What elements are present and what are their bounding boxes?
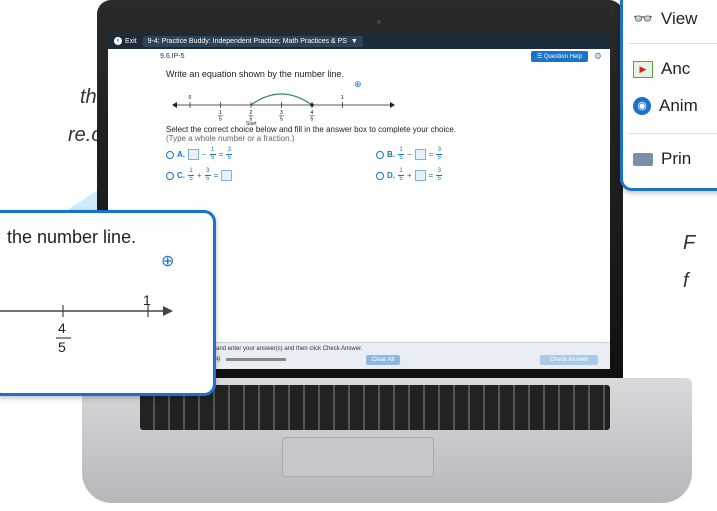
- choices-hint: (Type a whole number or a fraction.): [166, 134, 295, 143]
- choice-letter: A.: [177, 150, 185, 159]
- radio-button[interactable]: [166, 171, 174, 180]
- animation-item[interactable]: ◉ Anim: [633, 96, 698, 116]
- arrow-left: [172, 102, 177, 108]
- divider: [629, 133, 717, 134]
- operator: =: [218, 150, 224, 159]
- tick-label-numerator: 4: [311, 110, 314, 116]
- fraction: 35: [436, 168, 443, 182]
- fraction: 15: [188, 168, 194, 182]
- view-menu-item[interactable]: 👓 View: [633, 9, 697, 29]
- zoom-num-1: 1: [143, 292, 151, 308]
- zoom-num-4: 4: [58, 320, 66, 336]
- answer-box[interactable]: [188, 149, 199, 160]
- radio-button[interactable]: [166, 150, 174, 159]
- side-text-3: F: [683, 232, 696, 254]
- gear-icon[interactable]: ⚙: [594, 51, 602, 62]
- zoomed-prompt: the number line.: [7, 227, 137, 247]
- choice-letter: C.: [177, 171, 185, 180]
- operator: =: [213, 171, 219, 180]
- trackpad: [282, 437, 434, 477]
- operator: +: [197, 171, 202, 180]
- zoom-in-icon-large: ⊕: [161, 253, 175, 270]
- side-text-4: f: [683, 270, 689, 292]
- tick-label-numerator: 2: [250, 110, 253, 116]
- question-prompt: Write an equation shown by the number li…: [166, 69, 344, 79]
- question-id: 9.6.IP-5: [160, 52, 185, 60]
- divider: [629, 43, 717, 44]
- choice-letter: D.: [387, 171, 395, 180]
- tick-label: 1: [341, 95, 344, 101]
- exit-icon: ‹: [114, 37, 122, 45]
- zoom-callout-right: 👓 View ▶ Anc ◉ Anim Prin: [620, 0, 717, 191]
- check-answer-button[interactable]: Check Answer: [540, 355, 598, 365]
- answer-box[interactable]: [414, 170, 426, 181]
- radio-button[interactable]: [376, 171, 384, 180]
- zoom-den-5: 5: [58, 339, 66, 355]
- choice-grid: A. −1 5 = 3 5 B. 1 5− = 3 5 C. 1 5 +3 5 = D. 1 5 + = 3 5: [166, 147, 586, 183]
- fraction: 15: [398, 168, 404, 182]
- tick-label-numerator: 3: [280, 110, 283, 116]
- fraction: 35: [226, 147, 233, 161]
- number-line: 0152535451 Start: [172, 93, 395, 127]
- tick-label-denominator: 5: [280, 117, 283, 123]
- exit-button[interactable]: ‹ Exit: [114, 37, 137, 45]
- arrow-right: [390, 102, 395, 108]
- clear-all-button[interactable]: Clear All: [366, 355, 400, 365]
- binoculars-icon: 👓: [633, 11, 653, 28]
- fraction: 15: [209, 147, 216, 161]
- choice-option-a[interactable]: A. −1 5 = 3 5: [166, 147, 376, 162]
- tick-label: 0: [189, 95, 192, 101]
- instruction-message: and enter your answer(s) and then click …: [216, 346, 363, 352]
- question-help-button[interactable]: ☰ Question Help: [530, 50, 588, 62]
- operator: =: [428, 150, 434, 159]
- animation-icon: ◉: [633, 97, 651, 115]
- app-header: ‹ Exit 9-4: Practice Buddy: Independent …: [108, 33, 610, 49]
- assignment-selector[interactable]: 9-4: Practice Buddy: Independent Practic…: [142, 35, 363, 47]
- caret-down-icon: ▼: [350, 37, 358, 45]
- fraction: 35: [204, 168, 211, 182]
- answer-box[interactable]: [221, 170, 233, 181]
- anchor-video-item[interactable]: ▶ Anc: [633, 59, 690, 79]
- operator: +: [407, 171, 412, 180]
- print-item[interactable]: Prin: [633, 149, 691, 169]
- start-label: Start: [246, 121, 257, 127]
- zoom-callout-left: the number line. ⊕ 4 5 1: [0, 210, 216, 396]
- tick-label-numerator: 1: [219, 110, 222, 116]
- question-subbar: 9.6.IP-5 ☰ Question Help ⚙: [108, 49, 610, 63]
- question-content: Write an equation shown by the number li…: [166, 69, 586, 183]
- fraction: 15: [398, 147, 404, 161]
- tick-label-denominator: 5: [311, 117, 314, 123]
- operator: −: [407, 150, 412, 159]
- zoomed-number-line: 4 5 1: [0, 292, 173, 355]
- printer-icon: [633, 152, 653, 166]
- answer-box[interactable]: [414, 149, 426, 160]
- choice-option-c[interactable]: C. 1 5 +3 5 =: [166, 168, 376, 183]
- camera-dot: [377, 20, 381, 24]
- video-icon: ▶: [633, 60, 653, 78]
- choice-option-d[interactable]: D. 1 5 + = 3 5: [376, 168, 586, 183]
- choice-option-b[interactable]: B. 1 5− = 3 5: [376, 147, 586, 162]
- list-icon: ☰: [536, 53, 544, 60]
- zoom-arrow: [163, 306, 173, 316]
- operator: =: [428, 171, 434, 180]
- radio-button[interactable]: [376, 150, 384, 159]
- choice-letter: B.: [387, 150, 395, 159]
- fraction: 35: [436, 147, 443, 161]
- end-point: [310, 103, 314, 107]
- operator: −: [202, 150, 207, 159]
- tick-label-denominator: 5: [219, 117, 222, 123]
- side-text-1: th: [80, 86, 97, 108]
- progress-bar: [226, 358, 286, 361]
